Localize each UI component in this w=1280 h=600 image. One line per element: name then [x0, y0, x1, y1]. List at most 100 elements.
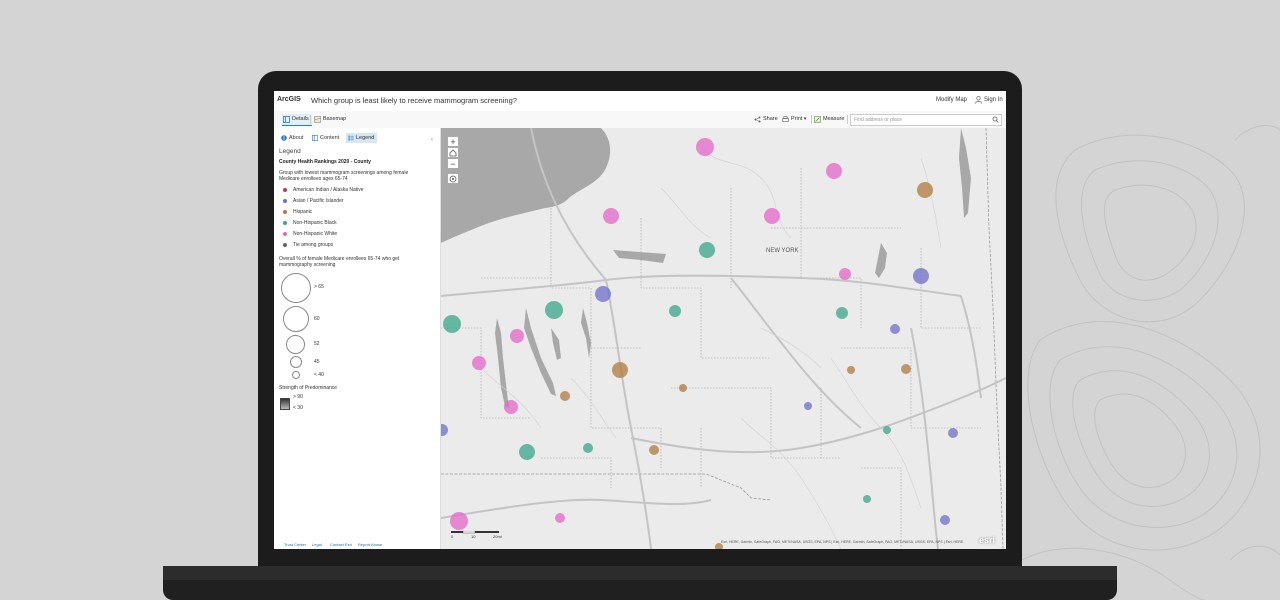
legend-panel: About Content Legend ‹ Legend County Hea…: [274, 128, 441, 549]
search-placeholder: Find address or place: [854, 117, 903, 123]
legend-swatch: [283, 199, 287, 203]
county-symbol: [441, 424, 448, 436]
panel-footer: Trust Center Legal Contact Esri Report A…: [274, 540, 440, 549]
county-symbol: [847, 366, 855, 374]
legend-swatch: [283, 221, 287, 225]
oneida-lake: [613, 250, 666, 263]
report-abuse-link[interactable]: Report Abuse: [358, 542, 382, 547]
info-icon: [281, 135, 287, 141]
chevron-down-icon[interactable]: ▾: [298, 96, 301, 103]
county-symbol: [583, 443, 593, 453]
county-symbol: [450, 512, 468, 530]
county-symbol: [901, 364, 911, 374]
toolbar: Details Basemap Share Print ▾ Measure Fi…: [274, 111, 1006, 129]
contact-esri-link[interactable]: Contact Esri: [330, 542, 352, 547]
scale-label: 20mi: [493, 534, 502, 539]
size-class-label: 45: [314, 359, 320, 365]
size-field-label: Overall % of female Medicare enrollees 6…: [279, 256, 400, 268]
county-symbol: [890, 324, 900, 334]
esri-logo[interactable]: esri: [979, 535, 995, 545]
lake-champlain: [959, 128, 971, 218]
county-symbol: [504, 400, 518, 414]
size-class-label: 52: [314, 341, 320, 347]
scale-label: 10: [471, 534, 476, 539]
print-label: Print: [791, 116, 803, 122]
basemap-button[interactable]: Basemap: [313, 114, 346, 125]
home-icon: [449, 149, 457, 157]
county-symbol: [839, 268, 851, 280]
county-symbol: [603, 208, 619, 224]
county-symbol: [519, 444, 535, 460]
details-label: Details: [292, 116, 309, 122]
print-button[interactable]: Print ▾: [781, 114, 806, 125]
measure-label: Measure: [823, 116, 845, 122]
county-symbol: [555, 513, 565, 523]
county-symbol: [560, 391, 570, 401]
modify-map-link[interactable]: Modify Map: [936, 97, 967, 103]
search-icon[interactable]: [992, 116, 999, 123]
state-label: NEW YORK: [766, 248, 799, 254]
strength-label: Strength of Predominance: [279, 385, 338, 391]
scale-bar: 0 10 20mi: [451, 531, 502, 540]
county-symbol: [545, 301, 563, 319]
county-symbol: [679, 384, 687, 392]
zoom-in-button[interactable]: +: [447, 136, 459, 147]
county-symbol: [510, 329, 524, 343]
locate-button[interactable]: [447, 173, 459, 184]
map-attribution[interactable]: Esri, HERE, Garmin, SafeGraph, FAO, METI…: [721, 540, 971, 544]
legend-icon: [348, 135, 354, 141]
size-symbol: [286, 335, 305, 354]
toolbar-divider: [310, 115, 311, 124]
legend-item-label: Tie among groups: [293, 242, 334, 248]
legend-swatch: [283, 188, 287, 192]
legend-swatch: [283, 243, 287, 247]
county-symbol: [764, 208, 780, 224]
size-class-label: < 40: [314, 372, 324, 378]
lake-george: [875, 243, 887, 278]
county-symbol: [472, 356, 486, 370]
tab-legend[interactable]: Legend: [346, 133, 378, 143]
tab-content-label: Content: [320, 135, 340, 141]
sign-in-link[interactable]: Sign In: [984, 97, 1003, 103]
county-symbol: [836, 307, 848, 319]
county-symbol: [826, 163, 842, 179]
share-button[interactable]: Share: [753, 114, 778, 125]
details-button[interactable]: Details: [282, 114, 312, 126]
toolbar-divider: [811, 115, 812, 124]
legend-item-label: Hispanic: [293, 209, 313, 215]
collapse-panel-icon[interactable]: ‹: [431, 137, 433, 143]
finger-lake: [581, 308, 591, 358]
map-title: Which group is least likely to receive m…: [311, 96, 517, 105]
laptop-base-edge: [163, 566, 1117, 580]
category-field-label: Group with lowest mammogram screenings a…: [279, 170, 409, 182]
basemap-icon: [314, 116, 321, 123]
tab-about[interactable]: About: [279, 133, 306, 143]
size-class-label: > 65: [314, 284, 324, 290]
home-button[interactable]: [447, 147, 459, 158]
legal-link[interactable]: Legal: [312, 542, 322, 547]
laptop-screen: ArcGIS ▾ Which group is least likely to …: [274, 91, 1006, 549]
county-symbol: [595, 286, 611, 302]
scale-label: 0: [451, 534, 454, 539]
legend-item-label: Non-Hispanic White: [293, 231, 338, 237]
basemap-label: Basemap: [323, 116, 347, 122]
locate-icon: [449, 175, 457, 183]
search-input[interactable]: Find address or place: [850, 114, 1002, 126]
content-icon: [312, 135, 318, 141]
panel-tabs: About Content Legend ‹: [274, 131, 440, 145]
tab-content[interactable]: Content: [310, 133, 342, 143]
measure-button[interactable]: Measure: [813, 114, 844, 125]
county-symbol: [699, 242, 715, 258]
zoom-out-button[interactable]: −: [447, 158, 459, 169]
share-label: Share: [763, 116, 778, 122]
trust-center-link[interactable]: Trust Center: [284, 542, 306, 547]
toolbar-divider: [847, 115, 848, 124]
details-icon: [283, 116, 290, 123]
chevron-down-icon: ▾: [803, 116, 807, 122]
county-symbol: [913, 268, 929, 284]
legend-item-label: Non-Hispanic Black: [293, 220, 337, 226]
county-symbol: [649, 445, 659, 455]
map-view[interactable]: NEW YORK + − 0 10 20mi Esri, HERE, Garmi…: [441, 128, 1006, 549]
share-icon: [754, 116, 761, 123]
county-symbol: [917, 182, 933, 198]
